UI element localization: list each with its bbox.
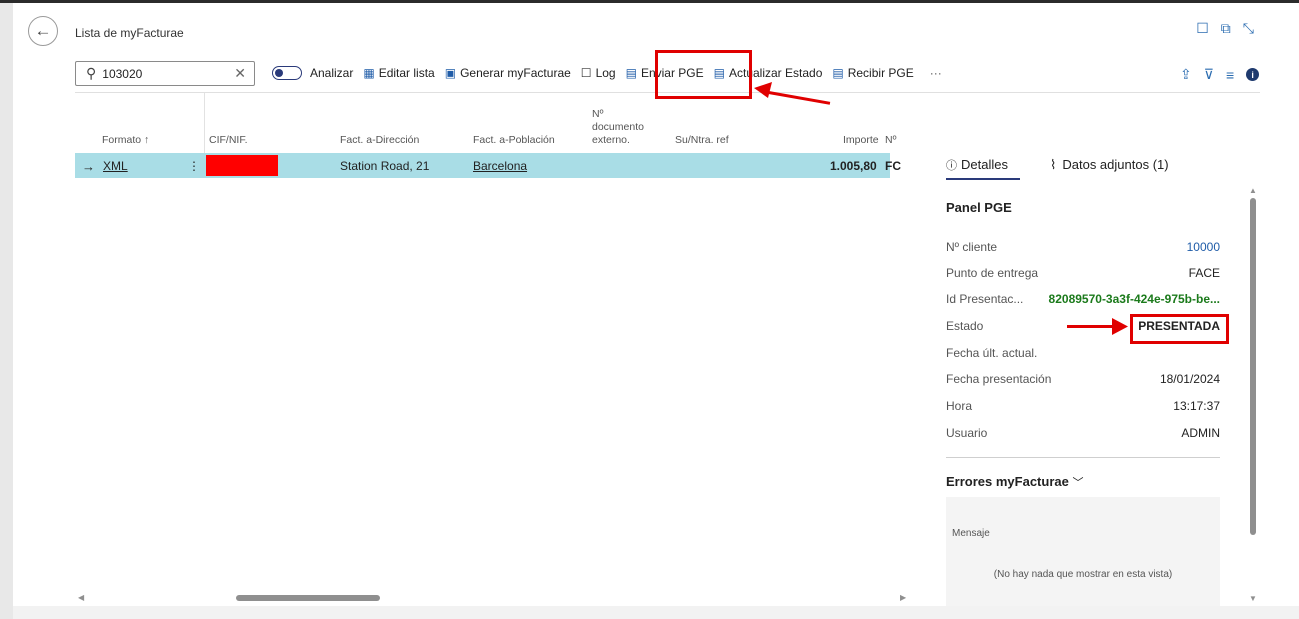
panel-pge-title: Panel PGE — [946, 200, 1012, 215]
cell-poblacion[interactable]: Barcelona — [473, 159, 527, 173]
errores-section-toggle[interactable]: Errores myFacturae ﹀ — [946, 474, 1083, 490]
receive-document-icon: ▤ — [832, 66, 844, 80]
col-header-doc-externo[interactable]: Nº documento externo. — [592, 108, 657, 147]
action-toolbar: Analizar ▦ Editar lista ▣ Generar myFact… — [272, 66, 942, 80]
window-top-border — [0, 0, 1299, 3]
more-actions-icon[interactable]: ··· — [930, 66, 942, 80]
redacted-cif — [206, 155, 278, 176]
annotation-arrowhead-enviar — [754, 82, 772, 98]
bottom-margin — [13, 606, 1299, 619]
col-header-no[interactable]: Nº — [885, 134, 896, 147]
tab-detalles[interactable]: ⓘ Detalles — [946, 157, 1008, 173]
col-header-ref[interactable]: Su/Ntra. ref — [675, 134, 729, 147]
active-tab-indicator — [946, 178, 1020, 180]
col-header-direccion[interactable]: Fact. a-Dirección — [340, 134, 419, 147]
clear-search-icon[interactable]: ✕ — [234, 65, 246, 82]
errors-list — [946, 497, 1220, 606]
field-label: Id Presentac... — [946, 292, 1024, 306]
open-new-window-icon[interactable]: ⧉ — [1221, 20, 1231, 37]
chevron-down-icon: ﹀ — [1072, 477, 1084, 489]
col-header-importe[interactable]: Importe — [843, 134, 879, 147]
col-header-mensaje[interactable]: Mensaje — [952, 528, 990, 539]
field-value-usuario: ADMIN — [1181, 426, 1220, 440]
scroll-up-icon[interactable]: ▲ — [1249, 186, 1257, 195]
send-document-icon: ▤ — [625, 66, 637, 80]
tab-adjuntos-label: Datos adjuntos (1) — [1062, 157, 1169, 172]
scroll-down-icon[interactable]: ▼ — [1249, 594, 1257, 603]
col-header-formato[interactable]: Formato ↑ — [102, 134, 149, 147]
filter-icon[interactable]: ⊽ — [1204, 66, 1214, 83]
arrow-left-icon: ← — [34, 21, 52, 40]
row-arrow-icon: → — [82, 159, 95, 174]
field-value-cliente[interactable]: 10000 — [1187, 240, 1220, 254]
annotation-box-estado — [1130, 314, 1229, 344]
page-title: Lista de myFacturae — [75, 26, 184, 40]
horizontal-scrollbar[interactable] — [236, 595, 380, 601]
left-margin — [0, 3, 13, 619]
collapse-icon[interactable]: ⤡ — [1243, 20, 1254, 37]
info-icon[interactable]: i — [1246, 68, 1260, 81]
info-circle-icon: ⓘ — [946, 160, 957, 172]
tab-datos-adjuntos[interactable]: ⌇ Datos adjuntos (1) — [1050, 157, 1169, 173]
row-menu-icon[interactable]: ⋮ — [188, 159, 200, 173]
analizar-toggle[interactable]: Analizar — [272, 66, 353, 80]
col-header-cif[interactable]: CIF/NIF. — [209, 134, 248, 147]
search-icon: ⚲ — [86, 65, 97, 81]
field-label: Hora — [946, 399, 973, 413]
generar-myfacturae-button[interactable]: ▣ Generar myFacturae — [445, 66, 571, 80]
share-icon[interactable]: ⇪ — [1180, 66, 1192, 83]
log-icon: ☐ — [580, 66, 592, 80]
log-label: Log — [595, 66, 616, 80]
annotation-arrow-estado — [1067, 325, 1117, 328]
cell-formato[interactable]: XML — [103, 159, 128, 173]
list-view-icon[interactable]: ≡ — [1226, 67, 1234, 83]
search-input[interactable]: ⚲ 103020 ✕ — [75, 61, 255, 86]
field-value-punto-entrega: FACE — [1188, 266, 1220, 280]
bookmark-icon[interactable]: ☐ — [1196, 20, 1209, 37]
edit-list-icon: ▦ — [363, 66, 375, 80]
analizar-label: Analizar — [310, 66, 354, 80]
log-button[interactable]: ☐ Log — [581, 66, 616, 80]
recibir-pge-button[interactable]: ▤ Recibir PGE — [832, 66, 913, 80]
window-controls: ☐ ⧉ ⤡ — [1196, 20, 1254, 37]
field-value-id-presentacion[interactable]: 82089570-3a3f-424e-975b-be... — [1049, 292, 1220, 306]
recibir-label: Recibir PGE — [847, 66, 914, 80]
column-divider — [204, 93, 205, 153]
toggle-switch-icon — [272, 66, 302, 80]
section-divider — [946, 457, 1220, 458]
generate-icon: ▣ — [444, 66, 457, 80]
paperclip-icon: ⌇ — [1050, 157, 1057, 172]
field-label: Usuario — [946, 426, 988, 440]
errores-title: Errores myFacturae — [946, 474, 1069, 489]
field-label: Fecha presentación — [946, 372, 1052, 386]
list-tools: ⇪ ⊽ ≡ i — [1180, 66, 1260, 83]
cell-importe: 1.005,80 — [830, 159, 877, 173]
generar-label: Generar myFacturae — [460, 66, 571, 80]
annotation-arrowhead-estado — [1112, 318, 1128, 335]
field-label: Punto de entrega — [946, 266, 1039, 280]
field-value-fecha-presentacion: 18/01/2024 — [1159, 372, 1220, 386]
search-value: 103020 — [102, 66, 143, 81]
field-label: Fecha últ. actual. — [946, 346, 1038, 360]
empty-state-message: (No hay nada que mostrar en esta vista) — [993, 569, 1173, 580]
col-header-poblacion[interactable]: Fact. a-Población — [473, 134, 555, 147]
editar-lista-label: Editar lista — [378, 66, 435, 80]
field-value-hora: 13:17:37 — [1173, 399, 1220, 413]
cell-direccion: Station Road, 21 — [340, 159, 430, 173]
scroll-right-icon[interactable]: ▶ — [900, 593, 906, 602]
back-button[interactable]: ← — [28, 16, 58, 46]
scroll-left-icon[interactable]: ◀ — [78, 593, 84, 602]
cell-no: FC — [885, 159, 901, 173]
vertical-scrollbar[interactable] — [1250, 198, 1256, 535]
tab-detalles-label: Detalles — [961, 157, 1008, 172]
field-label: Nº cliente — [946, 240, 998, 254]
annotation-box-enviar — [655, 50, 752, 99]
editar-lista-button[interactable]: ▦ Editar lista — [363, 66, 434, 80]
field-label: Estado — [946, 319, 984, 333]
